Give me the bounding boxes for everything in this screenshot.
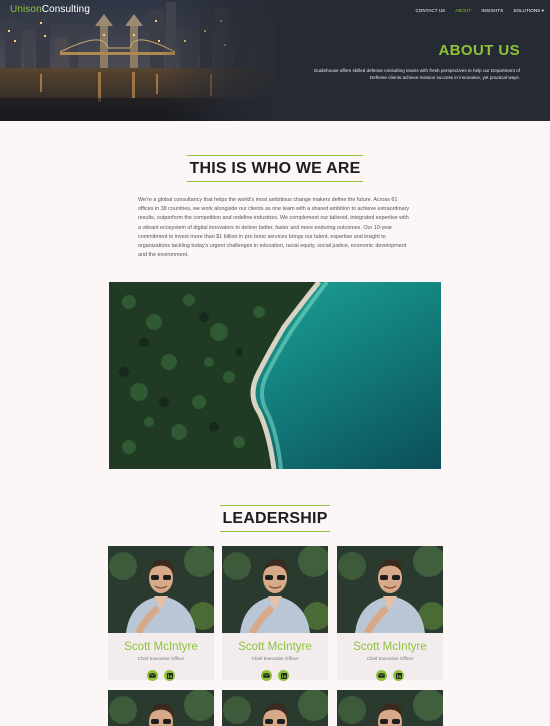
nav-item-solutions[interactable]: SOLUTIONS ▾: [513, 8, 544, 14]
email-icon: [378, 673, 385, 678]
leader-card: Scott McIntyre Chief Executive Officer: [222, 546, 328, 681]
brand-second: Consulting: [41, 4, 90, 15]
aerial-coast-image: [109, 282, 441, 469]
nav-item-about[interactable]: ABOUT: [455, 8, 471, 14]
leader-role: Chief Executive Officer: [366, 656, 414, 661]
leader-name: Scott McIntyre: [124, 641, 198, 653]
linkedin-icon: [395, 672, 402, 679]
linkedin-icon: [166, 672, 173, 679]
nav-item-insights[interactable]: INSIGHTS: [481, 8, 503, 14]
nav-item-contact[interactable]: CONTACT US: [415, 8, 445, 14]
linkedin-button[interactable]: [164, 670, 175, 681]
hero-banner: UnisonConsulting CONTACT US ABOUT INSIGH…: [0, 0, 550, 121]
leader-socials: [222, 670, 328, 681]
brand-first: Unison: [10, 4, 42, 15]
leader-name: Scott McIntyre: [353, 641, 427, 653]
email-button[interactable]: [376, 670, 387, 681]
leader-socials: [337, 670, 443, 681]
hero-title: ABOUT US: [438, 42, 520, 59]
leadership-heading-wrap: LEADERSHIP: [0, 505, 550, 532]
linkedin-button[interactable]: [278, 670, 289, 681]
leadership-heading: LEADERSHIP: [220, 505, 330, 532]
leader-photo: [337, 690, 443, 726]
leader-card: Scott McIntyre Chief Executive Officer: [337, 546, 443, 681]
leader-role: Chief Executive Officer: [251, 656, 299, 661]
hero-gradient-overlay: [160, 0, 290, 121]
email-button[interactable]: [147, 670, 158, 681]
email-icon: [263, 673, 270, 678]
brand-logo[interactable]: UnisonConsulting: [10, 4, 90, 15]
linkedin-button[interactable]: [393, 670, 404, 681]
email-icon: [149, 673, 156, 678]
who-heading: THIS IS WHO WE ARE: [187, 155, 363, 182]
linkedin-icon: [280, 672, 287, 679]
leader-card: Scott McIntyre Chief Executive Officer: [108, 546, 214, 681]
leader-socials: [108, 670, 214, 681]
leader-photo: [108, 546, 214, 633]
leader-photo: [222, 546, 328, 633]
leader-photo: [222, 690, 328, 726]
leader-photo: [337, 546, 443, 633]
who-heading-wrap: THIS IS WHO WE ARE: [0, 155, 550, 182]
leader-name: Scott McIntyre: [238, 641, 312, 653]
main-nav: CONTACT US ABOUT INSIGHTS SOLUTIONS ▾: [415, 8, 544, 14]
leader-role: Chief Executive Officer: [137, 656, 185, 661]
who-body: We're a global consultancy that helps th…: [138, 197, 410, 259]
email-button[interactable]: [261, 670, 272, 681]
hero-description: Guidehouse offers skilled defense consul…: [313, 68, 520, 81]
leader-photo: [108, 690, 214, 726]
